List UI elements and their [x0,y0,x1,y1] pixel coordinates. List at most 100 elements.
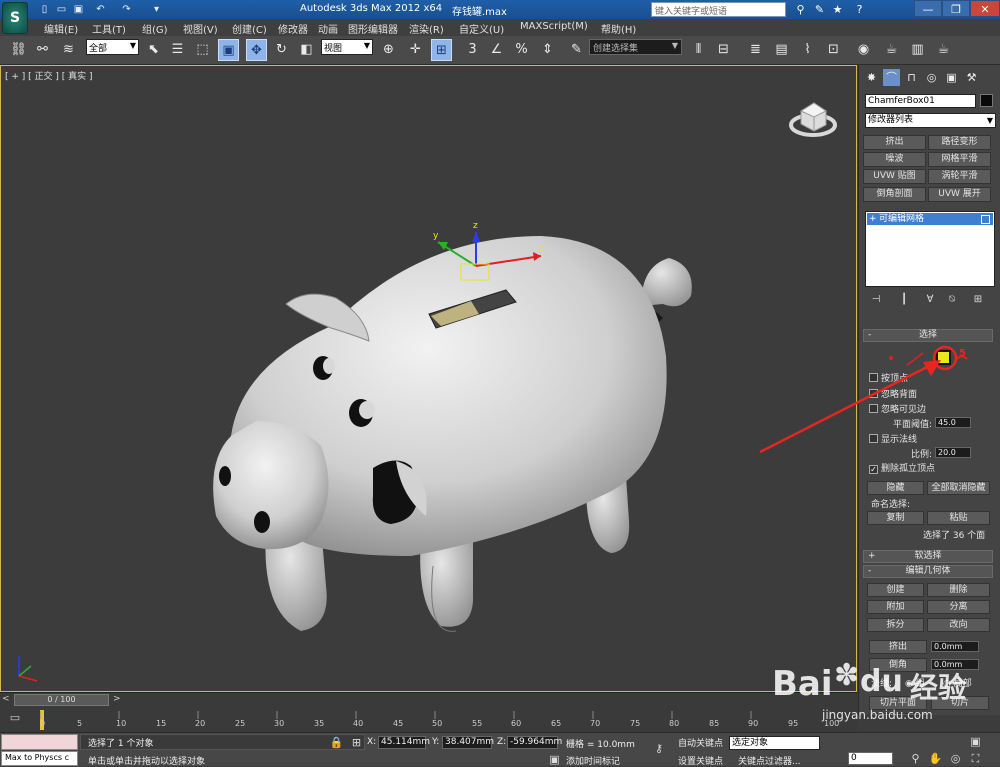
wrench-icon[interactable]: ✎ [812,2,827,17]
modifier-list-dropdown[interactable]: 修改器列表 ▼ [865,113,996,128]
selection-rollout-header[interactable]: - 选择 [863,329,993,342]
menu-tools[interactable]: 工具(T) [92,21,126,36]
menu-views[interactable]: 视图(V) [183,21,218,36]
detach-button[interactable]: 分离 [927,600,990,614]
extrude-modifier-button[interactable]: 挤出 [863,135,926,150]
modifier-stack[interactable]: 可编辑网格 [865,211,995,287]
menu-modifiers[interactable]: 修改器 [278,21,308,36]
hierarchy-tab-icon[interactable]: ⊓ [903,69,920,86]
time-tag-icon[interactable]: ▣ [547,752,562,767]
align-icon[interactable]: ⊟ [713,39,734,61]
angle-snap-icon[interactable]: ∠ [486,39,507,61]
zoom-icon[interactable]: ⚲ [908,751,923,766]
rectangle-region-icon[interactable]: ⬚ [192,39,213,61]
graphite-icon[interactable]: ▤ [771,39,792,61]
unhide-all-button[interactable]: 全部取消隐藏 [927,481,990,495]
edit-named-sets-icon[interactable]: ✎ [566,39,587,61]
viewcube[interactable] [786,91,841,141]
hide-button[interactable]: 隐藏 [867,481,924,495]
paste-button[interactable]: 粘贴 [927,511,990,525]
spinner-snap-icon[interactable]: ⇕ [537,39,558,61]
star-icon[interactable]: ★ [830,2,845,17]
track-bar[interactable]: ▭ 0 5 10 15 20 25 30 35 40 45 50 55 60 6… [0,706,857,732]
menu-help[interactable]: 帮助(H) [601,21,636,36]
dropdown-icon[interactable]: ▾ [150,3,163,16]
z-coordinate-field[interactable]: -59.964mm [507,736,562,749]
manipulate-icon[interactable]: ✛ [405,39,426,61]
display-tab-icon[interactable]: ▣ [943,69,960,86]
menu-graph-editors[interactable]: 图形编辑器 [348,21,398,36]
curve-editor-icon[interactable]: ⌇ [797,39,818,61]
restore-button[interactable]: ❐ [942,0,970,17]
lock-icon[interactable]: 🔒 [329,735,344,750]
pivot-center-icon[interactable]: ⊕ [378,39,399,61]
attach-button[interactable]: 附加 [867,600,924,614]
layer-manager-icon[interactable]: ≣ [745,39,766,61]
render-production-icon[interactable]: ☕ [933,39,954,61]
path-deform-modifier-button[interactable]: 路径变形 [928,135,991,150]
utilities-tab-icon[interactable]: ⚒ [963,69,980,86]
modify-tab-icon[interactable]: ⌒ [883,69,900,86]
reference-coord-dropdown[interactable]: 视图 ▼ [321,39,373,55]
material-editor-icon[interactable]: ◉ [853,39,874,61]
maximize-viewport-icon[interactable]: ⛶ [968,751,983,766]
time-prev-icon[interactable]: < [2,694,10,704]
rendered-frame-icon[interactable]: ▥ [907,39,928,61]
binoculars-icon[interactable]: ⚲ [793,2,808,17]
extrude-spinner[interactable]: 0.0mm [931,641,979,652]
time-slider[interactable]: < 0 / 100 > [0,692,857,706]
keyboard-shortcut-icon[interactable]: ⊞ [431,39,452,61]
set-key-button[interactable]: 设置关键点 [678,754,723,767]
unlink-icon[interactable]: ⚯ [32,39,53,61]
create-tab-icon[interactable]: ✸ [863,69,880,86]
pin-stack-icon[interactable]: ⊣ [869,293,883,307]
object-color-swatch[interactable] [980,94,993,107]
window-crossing-icon[interactable]: ▣ [218,39,239,61]
remove-modifier-icon[interactable]: ⍉ [945,293,959,307]
create-button[interactable]: 创建 [867,583,924,597]
pan-icon[interactable]: ✋ [928,751,943,766]
link-icon[interactable]: ⛓ [8,39,29,61]
maxscript-listener[interactable] [1,734,78,750]
menu-edit[interactable]: 编辑(E) [44,21,78,36]
menu-animation[interactable]: 动画 [318,21,338,36]
bind-space-warp-icon[interactable]: ≋ [58,39,79,61]
menu-rendering[interactable]: 渲染(R) [409,21,444,36]
extrude-button[interactable]: 挤出 [869,640,927,654]
select-object-icon[interactable]: ⬉ [143,39,164,61]
unwrap-uvw-modifier-button[interactable]: UVW 展开 [928,187,991,202]
save-icon[interactable]: ▣ [72,3,85,16]
undo-icon[interactable]: ↶ [94,3,107,16]
app-logo[interactable]: S [2,2,28,34]
menu-customize[interactable]: 自定义(U) [459,21,504,36]
current-frame-field[interactable]: 0 [848,752,893,765]
new-file-icon[interactable]: ▯ [38,3,51,16]
object-name-field[interactable]: ChamferBox01 [865,94,976,108]
mirror-icon[interactable]: ⫴ [688,39,709,61]
divide-button[interactable]: 拆分 [867,618,924,632]
named-selection-set-dropdown[interactable]: 创建选择集 ▼ [589,39,682,55]
zoom-extents-icon[interactable]: ▣ [968,734,983,749]
turbosmooth-modifier-button[interactable]: 涡轮平滑 [928,169,991,184]
key-filters-button[interactable]: 关键点过滤器... [738,754,801,767]
stack-item-editable-mesh[interactable]: 可编辑网格 [867,213,993,225]
menu-create[interactable]: 创建(C) [232,21,267,36]
delete-isolated-vertices-checkbox[interactable]: ✓ 删除孤立顶点 [869,461,989,474]
snaps-toggle-icon[interactable]: 3 [462,39,483,61]
copy-button[interactable]: 复制 [867,511,924,525]
perspective-viewport[interactable]: [ + ] [ 正交 ] [ 真实 ] y z x [0,65,857,692]
piggy-bank-model[interactable]: y z x [1,66,857,692]
orbit-icon[interactable]: ◎ [948,751,963,766]
show-end-result-icon[interactable]: ┃ [897,293,911,307]
soft-selection-rollout-header[interactable]: + 软选择 [863,550,993,563]
edit-geometry-rollout-header[interactable]: - 编辑几何体 [863,565,993,578]
absolute-mode-icon[interactable]: ⊞ [349,735,364,750]
uvw-map-modifier-button[interactable]: UVW 贴图 [863,169,926,184]
maxscript-input[interactable]: Max to Physcs c [1,751,78,766]
delete-button[interactable]: 删除 [927,583,990,597]
turn-button[interactable]: 改向 [927,618,990,632]
menu-group[interactable]: 组(G) [142,21,168,36]
select-rotate-icon[interactable]: ↻ [271,39,292,61]
key-mode-dropdown[interactable]: 选定对象 [729,736,820,750]
percent-snap-icon[interactable]: % [511,39,532,61]
